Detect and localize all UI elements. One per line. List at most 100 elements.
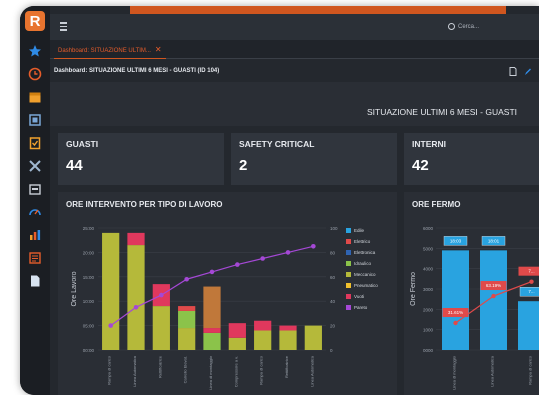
search-icon <box>448 22 455 30</box>
y2-tick-label: 20 <box>330 324 336 329</box>
legend-label: Edile <box>354 228 365 233</box>
report-icon[interactable] <box>28 251 42 265</box>
kpi-value: 2 <box>239 157 248 174</box>
x-tick-label: Rampa di carico <box>107 355 112 385</box>
app-window: R Cerca... Dashboard: SITUAZIONE ULTIM..… <box>20 6 539 395</box>
pareto-point <box>108 323 113 328</box>
bar <box>442 250 469 350</box>
bar-chart-icon[interactable] <box>28 228 42 242</box>
legend-swatch <box>346 272 351 277</box>
tab-dashboard[interactable]: Dashboard: SITUAZIONE ULTIM... ✕ <box>54 42 166 59</box>
legend-swatch <box>346 294 351 299</box>
document-icon[interactable] <box>509 67 517 76</box>
star-icon[interactable] <box>28 44 42 58</box>
y-tick-label: 3000 <box>423 287 434 292</box>
x-tick-label: Rettificatrice <box>284 355 289 378</box>
y-tick-label: 00:00 <box>83 348 95 353</box>
bar-segment <box>178 328 196 350</box>
search-input[interactable]: Cerca... <box>448 19 539 35</box>
y-tick-label: 0000 <box>423 348 434 353</box>
chart-panel-ore-fermo: ORE FERMO Ore Fermo 6000 5000 4000 3000 2000 1… <box>404 192 539 395</box>
pareto-point <box>209 269 215 275</box>
legend-label: Elettronica <box>354 250 376 255</box>
tools-icon[interactable] <box>28 159 42 173</box>
building-icon[interactable] <box>28 182 42 196</box>
legend-swatch <box>346 239 351 244</box>
bar-segment <box>304 325 322 350</box>
legend-swatch <box>346 228 351 233</box>
kpi-label: GUASTI <box>66 139 99 149</box>
x-tick-label: Linea di montaggio <box>452 355 457 390</box>
document-icon[interactable] <box>28 274 42 288</box>
y2-tick-label: 60 <box>330 275 336 280</box>
chart-title: ORE INTERVENTO PER TIPO DI LAVORO <box>66 200 223 209</box>
calendar-icon[interactable] <box>28 90 42 104</box>
legend-swatch <box>346 305 351 310</box>
pareto-point <box>184 276 189 282</box>
data-label: 18:03 <box>450 238 462 243</box>
y-tick-label: 05:00 <box>83 324 95 329</box>
menu-toggle-icon[interactable] <box>60 22 67 31</box>
y-tick-label: 5000 <box>423 246 434 251</box>
tab-bar: Dashboard: SITUAZIONE ULTIM... ✕ <box>50 40 539 59</box>
page-title: SITUAZIONE ULTIMI 6 MESI - GUASTI <box>366 107 517 117</box>
x-tick-label: Linea Automatica <box>132 355 137 386</box>
x-tick-label: Linea Automatica <box>490 355 495 386</box>
close-tab-icon[interactable]: ✕ <box>155 45 162 54</box>
bar-segment <box>178 306 196 311</box>
checklist-icon[interactable] <box>28 136 42 150</box>
bar-segment <box>152 306 170 350</box>
bar-segment <box>254 330 272 350</box>
kpi-card: INTERNI 42 <box>404 133 539 185</box>
y-tick-label: 15:00 <box>83 275 95 280</box>
bar-segment <box>127 245 145 350</box>
data-label: 7... <box>528 289 534 294</box>
task-icon[interactable] <box>28 113 42 127</box>
legend-label: Pneumatico <box>354 283 378 288</box>
chart-title: ORE FERMO <box>412 200 461 209</box>
y-tick-label: 20:00 <box>83 250 95 255</box>
top-accent-bar <box>130 6 506 14</box>
legend-swatch <box>346 283 351 288</box>
pareto-point <box>133 305 139 310</box>
data-label: 18:01 <box>488 238 500 243</box>
ore-fermo-chart: Ore Fermo 6000 5000 4000 3000 2000 1000 0000 18:… <box>410 226 539 390</box>
legend-swatch <box>346 250 351 255</box>
y-tick-label: 1000 <box>423 328 434 333</box>
bar-segment <box>178 310 196 329</box>
y-axis-title: Ore Lavoro <box>71 271 78 306</box>
x-tick-label: Rettificatrice <box>157 355 162 378</box>
bar-segment <box>203 332 221 350</box>
pareto-label: 63.19% <box>486 283 501 288</box>
legend-label: Meccanico <box>354 272 376 277</box>
clock-icon[interactable] <box>28 67 42 81</box>
y-tick-label: 6000 <box>423 226 434 231</box>
kpi-value: 44 <box>66 157 83 174</box>
bar-segment <box>102 232 120 350</box>
page-header: SITUAZIONE ULTIMI 6 MESI - GUASTI <box>50 82 539 126</box>
bar-segment <box>203 328 221 333</box>
app-logo[interactable]: R <box>25 11 45 31</box>
bar-segment <box>228 323 246 338</box>
x-tick-label: Linea di montaggio <box>208 355 213 390</box>
bar-segment <box>279 330 297 350</box>
breadcrumb: Dashboard: SITUAZIONE ULTIMI 6 MESI - GU… <box>54 68 220 74</box>
pareto-label: 31.61% <box>448 310 463 315</box>
legend-label: Idraulico <box>354 261 372 266</box>
bar-segment <box>254 320 272 331</box>
ore-intervento-chart: Ore Lavoro 25:00 20:00 15:00 10:00 05:00 00:00… <box>71 226 378 390</box>
pareto-point <box>529 279 534 284</box>
kpi-card: SAFETY CRITICAL 2 <box>231 133 397 185</box>
legend-swatch <box>346 261 351 266</box>
gauge-icon[interactable] <box>28 205 42 219</box>
y-tick-label: 2000 <box>423 307 434 312</box>
edit-icon[interactable] <box>524 67 532 76</box>
pareto-label: 7... <box>528 269 534 274</box>
kpi-label: INTERNI <box>412 139 446 149</box>
y2-tick-label: 80 <box>330 250 336 255</box>
x-tick-label: Rampa di carico <box>528 355 533 385</box>
legend-label: Elettrico <box>354 239 371 244</box>
tab-label: Dashboard: SITUAZIONE ULTIM... <box>58 48 151 54</box>
sidebar: R <box>20 6 50 395</box>
legend-label: Vuoti <box>354 294 364 299</box>
